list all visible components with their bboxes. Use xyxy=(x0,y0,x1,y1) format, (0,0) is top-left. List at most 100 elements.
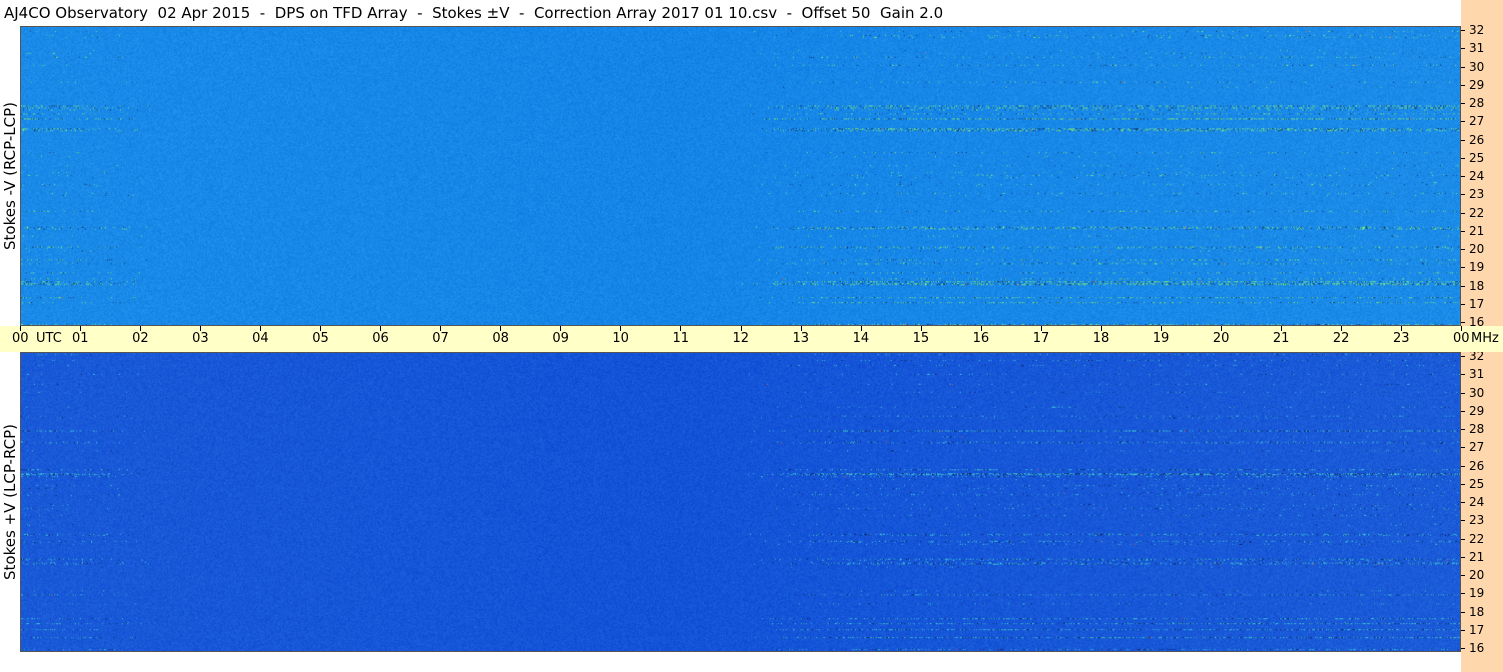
time-tick-label: 20 xyxy=(1212,331,1230,346)
freq-tick-mark xyxy=(1461,230,1465,232)
freq-tick-mark xyxy=(1461,556,1465,558)
freq-tick-mark xyxy=(1461,629,1465,631)
freq-tick-label: 20 xyxy=(1469,568,1485,582)
freq-tick-mark xyxy=(1461,538,1465,540)
freq-tick-label: 18 xyxy=(1469,604,1485,619)
freq-tick-mark xyxy=(1461,194,1465,196)
freq-tick-label: 30 xyxy=(1469,59,1485,74)
freq-tick-label: 28 xyxy=(1469,96,1485,110)
freq-tick-label: 20 xyxy=(1469,242,1485,256)
frequency-axis-bottom: 32 31 30 29 28 27 26 25 24 23 22 21 20 19 18 17 16 xyxy=(1461,350,1503,672)
freq-tick-label: 21 xyxy=(1469,549,1485,564)
time-tick-label: 11 xyxy=(672,331,689,346)
freq-tick-label: 30 xyxy=(1469,385,1485,400)
time-tick-label: 01 xyxy=(72,331,89,346)
time-tick-label: 21 xyxy=(1272,331,1290,346)
freq-tick-mark xyxy=(1461,84,1465,86)
freq-tick-label: 28 xyxy=(1469,422,1485,436)
time-tick-label: 06 xyxy=(372,331,389,346)
freq-tick-mark xyxy=(1461,520,1465,522)
time-tick-label: 00 xyxy=(1453,331,1470,346)
freq-tick-mark xyxy=(1461,429,1465,430)
freq-tick-label: 19 xyxy=(1469,260,1485,275)
time-tick-label: 22 xyxy=(1332,331,1350,346)
time-tick-label: 05 xyxy=(312,331,329,346)
freq-tick-label: 26 xyxy=(1469,132,1485,147)
freq-tick-label: 27 xyxy=(1469,114,1485,129)
freq-tick-mark xyxy=(1461,267,1465,269)
freq-tick-label: 23 xyxy=(1469,513,1485,528)
y-axis-label-bottom: Stokes +V (LCP-RCP) xyxy=(0,352,20,652)
frequency-unit-mhz: MHz xyxy=(1471,331,1499,346)
y-axis-label-text-bottom: Stokes +V (LCP-RCP) xyxy=(1,424,19,580)
freq-tick-mark xyxy=(1461,121,1465,123)
freq-tick-label: 31 xyxy=(1469,367,1485,382)
time-axis: 00 01 02 03 04 05 06 07 08 09 10 11 12 13 14 15 16 17 18 19… xyxy=(0,326,1503,352)
freq-tick-mark xyxy=(1461,356,1465,357)
freq-tick-mark xyxy=(1461,447,1465,449)
time-tick-label: 07 xyxy=(432,331,449,346)
freq-tick-label: 29 xyxy=(1469,403,1485,418)
freq-tick-label: 32 xyxy=(1469,23,1485,37)
freq-tick-mark xyxy=(1461,322,1465,323)
frequency-axis-top: 32 31 30 29 28 27 26 25 24 23 22 21 20 19 18 17 16 xyxy=(1461,0,1503,328)
freq-tick-label: 17 xyxy=(1469,296,1485,311)
freq-tick-label: 21 xyxy=(1469,223,1485,238)
time-tick-label: 17 xyxy=(1032,331,1050,346)
freq-tick-mark xyxy=(1461,648,1465,649)
freq-tick-mark xyxy=(1461,374,1465,376)
freq-tick-mark xyxy=(1461,30,1465,31)
freq-tick-label: 25 xyxy=(1469,150,1485,165)
freq-tick-mark xyxy=(1461,249,1465,250)
freq-tick-mark xyxy=(1461,212,1465,214)
freq-tick-mark xyxy=(1461,176,1465,177)
freq-tick-mark xyxy=(1461,502,1465,503)
freq-tick-mark xyxy=(1461,611,1465,613)
freq-tick-mark xyxy=(1461,465,1465,467)
freq-tick-mark xyxy=(1461,285,1465,287)
time-tick-label: 13 xyxy=(792,331,810,346)
freq-tick-label: 16 xyxy=(1469,641,1485,655)
freq-tick-label: 19 xyxy=(1469,586,1485,601)
freq-tick-mark xyxy=(1461,157,1465,159)
freq-tick-label: 22 xyxy=(1469,205,1485,220)
chart-title: AJ4CO Observatory 02 Apr 2015 - DPS on T… xyxy=(4,4,944,22)
freq-tick-label: 24 xyxy=(1469,169,1485,183)
time-tick-label: 03 xyxy=(192,331,209,346)
time-tick-label: 08 xyxy=(492,331,509,346)
freq-tick-label: 26 xyxy=(1469,458,1485,473)
y-axis-label-top: Stokes -V (RCP-LCP) xyxy=(0,26,20,326)
freq-tick-label: 18 xyxy=(1469,278,1485,293)
time-tick-label: 18 xyxy=(1092,331,1110,346)
time-tick-label: 19 xyxy=(1152,331,1170,346)
freq-tick-mark xyxy=(1461,48,1465,50)
freq-tick-mark xyxy=(1461,392,1465,394)
freq-tick-mark xyxy=(1461,103,1465,104)
spectrogram-canvas-top xyxy=(21,27,1460,325)
time-tick-label: 02 xyxy=(132,331,149,346)
freq-tick-mark xyxy=(1461,410,1465,412)
freq-tick-mark xyxy=(1461,593,1465,595)
spectrogram-stokes-minus-v xyxy=(20,26,1461,326)
time-tick-label: 12 xyxy=(732,331,750,346)
spectrogram-stokes-plus-v xyxy=(20,352,1461,652)
freq-tick-mark xyxy=(1461,139,1465,141)
time-tick-label: 09 xyxy=(552,331,569,346)
time-axis-unit-utc: UTC xyxy=(36,331,62,346)
time-tick-label: 16 xyxy=(972,331,990,346)
freq-tick-label: 23 xyxy=(1469,187,1485,202)
freq-tick-label: 25 xyxy=(1469,476,1485,491)
freq-tick-label: 27 xyxy=(1469,440,1485,455)
freq-tick-label: 22 xyxy=(1469,531,1485,546)
time-tick-label: 00 xyxy=(12,331,29,346)
y-axis-label-text-top: Stokes -V (RCP-LCP) xyxy=(1,102,19,250)
freq-tick-mark xyxy=(1461,483,1465,485)
freq-tick-mark xyxy=(1461,575,1465,576)
freq-tick-label: 29 xyxy=(1469,77,1485,92)
time-tick-label: 10 xyxy=(612,331,629,346)
freq-tick-label: 17 xyxy=(1469,622,1485,637)
time-tick-label: 23 xyxy=(1392,331,1410,346)
freq-tick-mark xyxy=(1461,303,1465,305)
freq-tick-label: 24 xyxy=(1469,495,1485,509)
freq-tick-label: 31 xyxy=(1469,41,1485,56)
